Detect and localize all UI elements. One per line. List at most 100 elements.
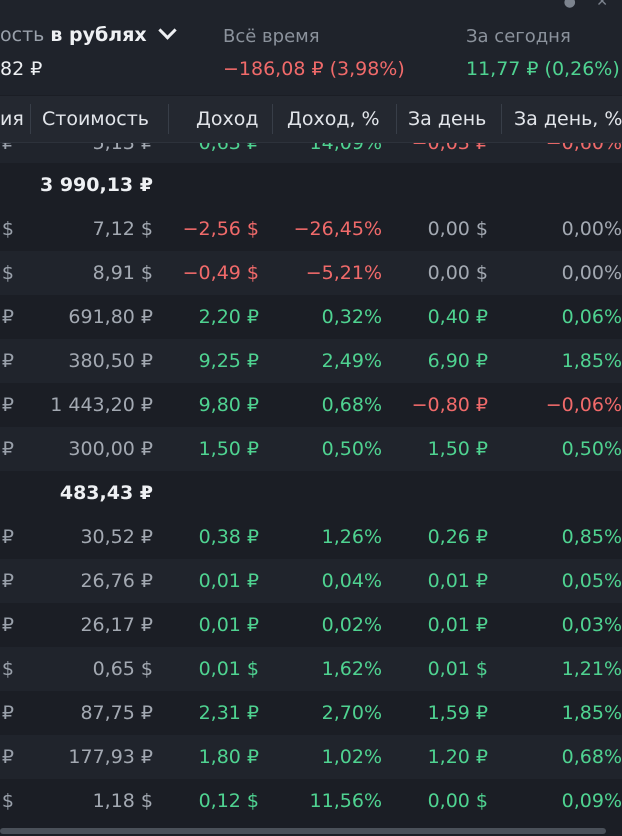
column-header-day[interactable]: За день xyxy=(408,96,486,142)
currency-symbol: $ xyxy=(1,262,14,284)
day-pct-cell: 0,68% xyxy=(561,746,622,768)
income-cell: 0,63 ₽ xyxy=(198,143,259,154)
currency-symbol: $ xyxy=(1,790,14,812)
day-pct-cell: 1,85% xyxy=(561,350,622,372)
day-cell: 1,59 ₽ xyxy=(427,702,488,724)
day-pct-cell: 1,21% xyxy=(561,658,622,680)
positions-table-body: ₽5,13 ₽ 0,63 ₽ 14,09% −0,03 ₽ −0,60% 3 990,13… xyxy=(0,143,622,823)
currency-symbol: ₽ xyxy=(1,746,14,768)
table-row[interactable]: ₽26,17 ₽ 0,01 ₽ 0,02% 0,01 ₽ 0,03% xyxy=(0,603,622,647)
group-total: 483,43 ₽ xyxy=(59,482,153,504)
window-controls-icon[interactable]: ● ✕ xyxy=(564,0,616,10)
cost-cell: 691,80 ₽ xyxy=(68,306,153,328)
table-row[interactable]: $8,91 $ −0,49 $ −5,21% 0,00 $ 0,00% xyxy=(0,251,622,295)
day-pct-cell: 0,50% xyxy=(561,438,622,460)
day-cell: −0,80 ₽ xyxy=(411,394,488,416)
income-pct-cell: 0,50% xyxy=(321,438,382,460)
column-header-day-pct[interactable]: За день, % xyxy=(514,96,622,142)
column-divider xyxy=(396,104,397,134)
column-header-income[interactable]: Доход xyxy=(196,96,258,142)
table-row[interactable]: ₽300,00 ₽ 1,50 ₽ 0,50% 1,50 ₽ 0,50% xyxy=(0,427,622,471)
income-cell: −0,49 $ xyxy=(182,262,259,284)
table-row[interactable]: ₽87,75 ₽ 2,31 ₽ 2,70% 1,59 ₽ 1,85% xyxy=(0,691,622,735)
day-pct-cell: −0,06% xyxy=(545,394,622,416)
horizontal-scrollbar[interactable] xyxy=(0,826,622,836)
cost-cell: 1 443,20 ₽ xyxy=(50,394,153,416)
income-cell: 0,12 $ xyxy=(198,790,259,812)
income-cell: 9,25 ₽ xyxy=(198,350,259,372)
table-row[interactable]: ₽26,76 ₽ 0,01 ₽ 0,04% 0,01 ₽ 0,05% xyxy=(0,559,622,603)
all-time-label: Всё время xyxy=(223,26,320,47)
income-pct-cell: 2,49% xyxy=(321,350,382,372)
cost-cell: 26,76 ₽ xyxy=(80,570,153,592)
summary-title-prefix: ость xyxy=(0,24,45,46)
group-total: 3 990,13 ₽ xyxy=(40,174,153,196)
income-pct-cell: −5,21% xyxy=(305,262,382,284)
column-divider xyxy=(168,104,169,134)
income-pct-cell: 1,26% xyxy=(321,526,382,548)
today-label: За сегодня xyxy=(466,26,571,47)
table-header: ия Стоимость Доход Доход, % За день За д… xyxy=(0,96,622,143)
table-row[interactable]: ₽691,80 ₽ 2,20 ₽ 0,32% 0,40 ₽ 0,06% xyxy=(0,295,622,339)
column-divider xyxy=(272,104,273,134)
currency-symbol: ₽ xyxy=(1,350,14,372)
column-header-income-pct[interactable]: Доход, % xyxy=(287,96,380,142)
group-row[interactable]: 483,43 ₽ xyxy=(0,471,622,515)
day-pct-cell: 1,85% xyxy=(561,702,622,724)
income-cell: 0,01 ₽ xyxy=(198,614,259,636)
day-pct-cell: 0,05% xyxy=(561,570,622,592)
income-cell: 1,80 ₽ xyxy=(198,746,259,768)
day-cell: 0,00 $ xyxy=(427,218,488,240)
all-time-value: −186,08 ₽ (3,98%) xyxy=(223,58,405,80)
income-cell: 2,31 ₽ xyxy=(198,702,259,724)
cost-cell: 380,50 ₽ xyxy=(68,350,153,372)
day-pct-cell: 0,00% xyxy=(561,218,622,240)
income-cell: 1,50 ₽ xyxy=(198,438,259,460)
portfolio-total-value: 82 ₽ xyxy=(0,58,43,80)
day-cell: −0,03 ₽ xyxy=(411,143,488,154)
column-header-cost[interactable]: Стоимость xyxy=(42,96,149,142)
day-cell: 0,40 ₽ xyxy=(427,306,488,328)
income-cell: 9,80 ₽ xyxy=(198,394,259,416)
income-cell: 0,01 $ xyxy=(198,658,259,680)
income-cell: −2,56 $ xyxy=(182,218,259,240)
day-cell: 0,26 ₽ xyxy=(427,526,488,548)
table-row[interactable]: ₽30,52 ₽ 0,38 ₽ 1,26% 0,26 ₽ 0,85% xyxy=(0,515,622,559)
income-pct-cell: 0,04% xyxy=(321,570,382,592)
table-row[interactable]: $0,65 $ 0,01 $ 1,62% 0,01 $ 1,21% xyxy=(0,647,622,691)
income-cell: 2,20 ₽ xyxy=(198,306,259,328)
cost-cell: 30,52 ₽ xyxy=(80,526,153,548)
currency-symbol: ₽ xyxy=(1,526,14,548)
chevron-down-icon xyxy=(158,21,177,40)
cost-cell: 300,00 ₽ xyxy=(68,438,153,460)
currency-symbol: ₽ xyxy=(1,306,14,328)
table-row[interactable]: ₽380,50 ₽ 9,25 ₽ 2,49% 6,90 ₽ 1,85% xyxy=(0,339,622,383)
currency-selector[interactable]: ость в рублях xyxy=(0,21,177,46)
today-value: 11,77 ₽ (0,26%) xyxy=(466,58,620,80)
income-pct-cell: 1,02% xyxy=(321,746,382,768)
table-row[interactable]: ₽177,93 ₽ 1,80 ₽ 1,02% 1,20 ₽ 0,68% xyxy=(0,735,622,779)
day-pct-cell: 0,03% xyxy=(561,614,622,636)
table-row[interactable]: ₽1 443,20 ₽ 9,80 ₽ 0,68% −0,80 ₽ −0,06% xyxy=(0,383,622,427)
group-row[interactable]: 3 990,13 ₽ xyxy=(0,163,622,207)
currency-symbol: $ xyxy=(1,658,14,680)
column-divider xyxy=(501,104,502,134)
income-pct-cell: 2,70% xyxy=(321,702,382,724)
cost-cell: 7,12 $ xyxy=(92,218,153,240)
income-cell: 0,38 ₽ xyxy=(198,526,259,548)
table-row[interactable]: $7,12 $ −2,56 $ −26,45% 0,00 $ 0,00% xyxy=(0,207,622,251)
day-cell: 6,90 ₽ xyxy=(427,350,488,372)
table-row[interactable]: $1,18 $ 0,12 $ 11,56% 0,00 $ 0,09% xyxy=(0,779,622,823)
income-pct-cell: 14,09% xyxy=(309,143,382,154)
currency-mode-label: в рублях xyxy=(50,24,147,46)
currency-symbol: ₽ xyxy=(1,438,14,460)
cost-cell: 26,17 ₽ xyxy=(80,614,153,636)
column-header-name[interactable]: ия xyxy=(0,96,24,142)
day-cell: 0,00 $ xyxy=(427,790,488,812)
income-pct-cell: 1,62% xyxy=(321,658,382,680)
income-cell: 0,01 ₽ xyxy=(198,570,259,592)
scrollbar-thumb[interactable] xyxy=(0,828,606,834)
cost-cell: 1,18 $ xyxy=(92,790,153,812)
table-row[interactable]: ₽5,13 ₽ 0,63 ₽ 14,09% −0,03 ₽ −0,60% xyxy=(0,143,622,163)
currency-symbol: ₽ xyxy=(1,143,14,154)
